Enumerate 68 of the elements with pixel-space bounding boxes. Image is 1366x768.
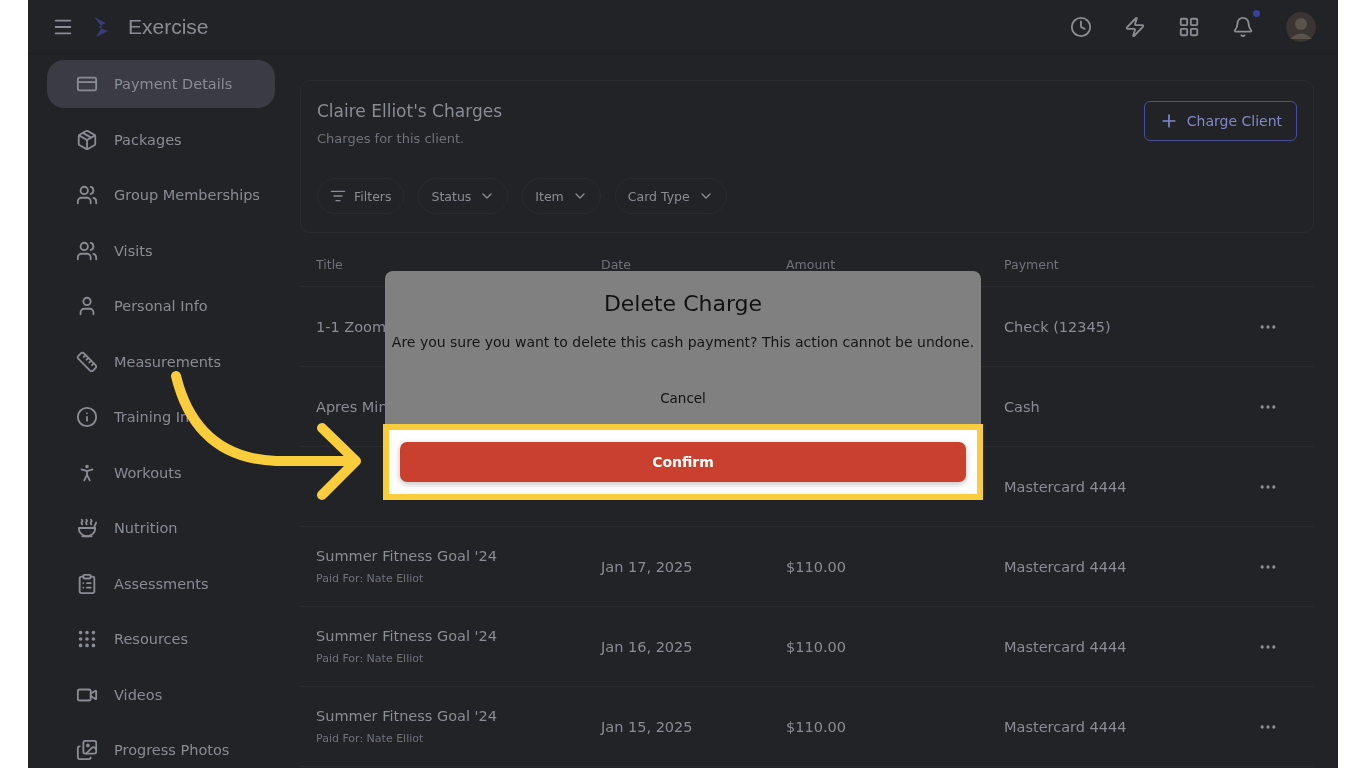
amount-cell: $110.00 <box>786 719 846 735</box>
photos-icon <box>76 739 98 761</box>
sidebar-label: Measurements <box>114 353 222 370</box>
lightning-icon[interactable] <box>1124 15 1146 38</box>
clock-icon[interactable] <box>1070 15 1092 38</box>
payment-cell-text: Cash <box>1004 398 1041 415</box>
sidebar-item[interactable]: Progress Photos <box>56 735 266 765</box>
sidebar-label: Packages <box>114 131 182 148</box>
app-title: Exercise <box>128 14 209 39</box>
people-icon <box>76 239 98 262</box>
bowl-icon <box>76 517 98 539</box>
package-icon <box>76 128 98 151</box>
confirm-button[interactable]: Confirm <box>400 442 966 482</box>
sidebar-label: Workouts <box>114 464 182 481</box>
sidebar-item[interactable]: Measurements <box>56 346 266 377</box>
info-icon <box>76 406 98 428</box>
apps-grid-icon[interactable] <box>1178 15 1200 38</box>
sidebar-item[interactable]: Resources <box>56 624 266 654</box>
sidebar-label: Visits <box>114 242 153 259</box>
card-subtitle: Charges for this client. <box>317 131 466 146</box>
dialog-title: Delete Charge <box>603 291 763 316</box>
group-icon <box>76 184 98 206</box>
sidebar-label: Progress Photos <box>114 742 230 758</box>
ruler-icon <box>76 350 98 373</box>
checklist-icon <box>76 572 98 595</box>
sidebar-label: Personal Info <box>114 298 208 314</box>
charge-client-button[interactable]: Charge Client <box>1143 101 1297 141</box>
payment-cell-text: Mastercard 4444 <box>1004 558 1128 575</box>
sidebar-label: Videos <box>114 686 163 703</box>
notification-bell-icon[interactable] <box>1232 15 1254 38</box>
amount-cell: $110.00 <box>786 639 846 655</box>
column-header: Date <box>601 257 632 272</box>
dialog-message: Are you sure you want to delete this cash payment? This action cannot be undone. <box>391 334 975 350</box>
column-header: Title <box>316 257 344 272</box>
sidebar-item[interactable]: Assessments <box>56 568 266 599</box>
sidebar-label: Payment Details <box>114 76 233 92</box>
paid-for-text: Paid For: Nate Elliot <box>316 732 425 745</box>
sidebar-item[interactable]: Videos <box>56 679 266 710</box>
sidebar-item[interactable]: Group Memberships <box>56 180 266 210</box>
cancel-button[interactable]: Cancel <box>654 388 712 408</box>
column-header: Amount <box>786 257 837 272</box>
paid-for-text: Paid For: Nate Elliot <box>316 572 425 585</box>
sidebar-item[interactable]: Workouts <box>56 457 266 488</box>
sidebar-label: Assessments <box>114 575 209 592</box>
sidebar-item[interactable]: Visits <box>56 235 266 266</box>
payment-cell-text: Check (12345) <box>1004 318 1112 335</box>
sidebar-item[interactable]: Personal Info <box>56 291 266 321</box>
charge-title: 1-1 Zoom <box>316 318 388 335</box>
date-cell: Jan 16, 2025 <box>601 639 693 655</box>
column-header: Payment <box>1004 257 1060 272</box>
charge-title: Summer Fitness Goal '24 <box>316 628 499 644</box>
sidebar-label: Nutrition <box>114 520 178 536</box>
payment-cell-text: Mastercard 4444 <box>1004 478 1128 495</box>
sidebar-label: Resources <box>114 631 189 647</box>
payment-cell-text: Mastercard 4444 <box>1004 718 1128 735</box>
card-title: Claire Elliot's Charges <box>317 101 502 121</box>
paid-for-text: Paid For: Nate Elliot <box>316 652 425 665</box>
payment-cell-text: Mastercard 4444 <box>1004 638 1128 655</box>
sidebar-item[interactable]: Nutrition <box>56 513 266 543</box>
date-cell: Jan 15, 2025 <box>601 719 693 735</box>
dots-grid-icon <box>76 628 98 650</box>
charge-title: Summer Fitness Goal '24 <box>316 548 499 564</box>
sidebar-item[interactable]: Packages <box>56 124 266 155</box>
date-cell: Jan 17, 2025 <box>601 559 693 575</box>
sidebar-label: Group Memberships <box>114 187 260 203</box>
amount-cell: $110.00 <box>786 559 846 575</box>
charge-title: Summer Fitness Goal '24 <box>316 708 499 724</box>
filter-icon <box>330 188 346 204</box>
